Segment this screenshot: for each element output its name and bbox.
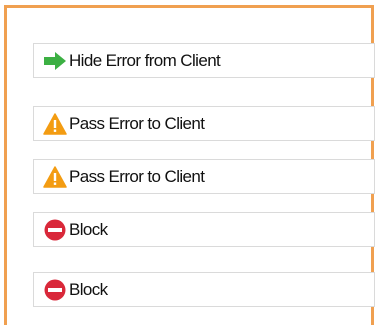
rule-pass-error-to-client[interactable]: Pass Error to Client	[33, 159, 375, 194]
rule-label: Block	[69, 280, 108, 299]
rule-label: Pass Error to Client	[69, 167, 205, 186]
warning-triangle-icon	[43, 112, 67, 136]
rule-block[interactable]: Block	[33, 212, 375, 247]
rule-label: Block	[69, 220, 108, 239]
warning-triangle-icon	[43, 165, 67, 189]
rule-pass-error-to-client[interactable]: Pass Error to Client	[33, 106, 375, 141]
green-arrow-right-icon	[43, 49, 67, 73]
block-icon	[43, 278, 67, 302]
rule-block[interactable]: Block	[33, 272, 375, 307]
rule-label: Pass Error to Client	[69, 114, 205, 133]
rule-label: Hide Error from Client	[69, 51, 221, 70]
block-icon	[43, 218, 67, 242]
rule-hide-error-from-client[interactable]: Hide Error from Client	[33, 43, 375, 78]
rules-panel: Hide Error from Client Pass Error to Cli…	[4, 5, 375, 325]
